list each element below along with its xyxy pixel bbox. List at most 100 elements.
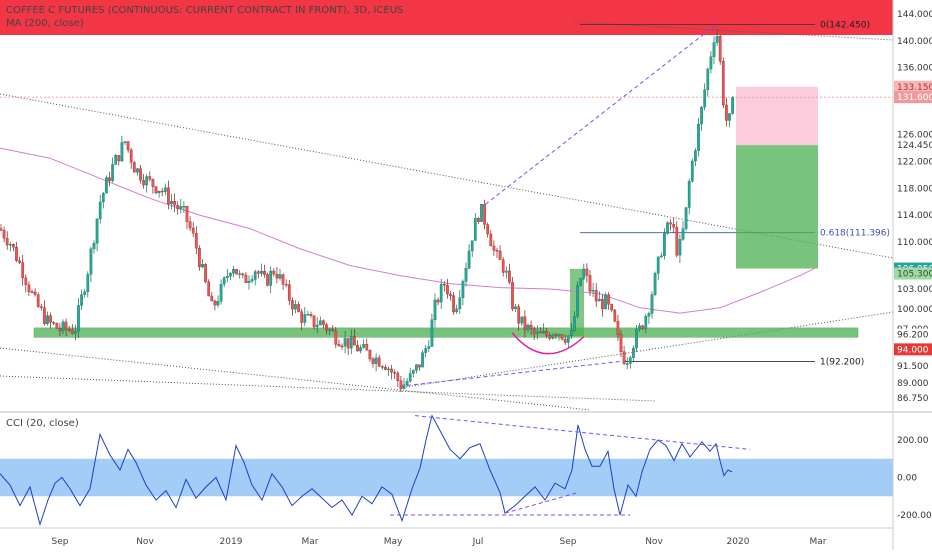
candle-body bbox=[539, 331, 542, 334]
candle-body bbox=[15, 246, 18, 261]
candle-body bbox=[489, 233, 493, 247]
chart-title: COFFEE C FUTURES (CONTINUOUS: CURRENT CO… bbox=[6, 5, 404, 16]
candle-body bbox=[151, 179, 155, 187]
fib-0618-label: 0.618(111.396) bbox=[820, 229, 890, 239]
candle-body bbox=[312, 315, 316, 327]
candle-body bbox=[390, 368, 393, 373]
candle-body bbox=[371, 358, 375, 364]
candle-body bbox=[415, 364, 418, 371]
time-tick-label: May bbox=[384, 537, 403, 547]
candle-body bbox=[145, 176, 149, 186]
candle-body bbox=[380, 366, 384, 368]
candle-body bbox=[492, 245, 496, 251]
time-tick-label: Nov bbox=[645, 537, 663, 547]
candle-body bbox=[399, 380, 403, 389]
candle-body bbox=[98, 201, 102, 220]
candle-body bbox=[182, 206, 186, 208]
candle-body bbox=[142, 180, 145, 186]
candle-body bbox=[731, 97, 734, 114]
candle-body bbox=[659, 255, 663, 258]
cci-tick-label: 0.00 bbox=[897, 474, 917, 484]
candle-body bbox=[250, 279, 254, 282]
candle-body bbox=[210, 295, 214, 302]
candle-body bbox=[644, 316, 648, 329]
candle-body bbox=[148, 176, 152, 180]
fib-0-label: 0(142.450) bbox=[820, 20, 870, 30]
candle-body bbox=[58, 328, 62, 331]
time-tick-label: Mar bbox=[810, 537, 827, 547]
cci-tick-label: 200.00 bbox=[897, 436, 929, 446]
candle-body bbox=[508, 270, 511, 283]
candle-body bbox=[684, 207, 688, 229]
candle-body bbox=[359, 347, 362, 352]
candle-body bbox=[291, 300, 294, 310]
candle-body bbox=[340, 345, 344, 348]
candle-body bbox=[349, 336, 353, 349]
candle-body bbox=[672, 223, 676, 228]
candle-body bbox=[709, 56, 713, 70]
candle-body bbox=[163, 187, 167, 192]
candle-body bbox=[114, 155, 118, 165]
candle-body bbox=[687, 181, 691, 208]
candle-body bbox=[204, 264, 207, 282]
candle-body bbox=[303, 314, 307, 323]
candle-body bbox=[495, 250, 499, 252]
candle-body bbox=[650, 294, 654, 314]
candle-body bbox=[635, 329, 638, 349]
price-tick-label: 100.000 bbox=[897, 305, 932, 315]
candle-body bbox=[52, 322, 56, 324]
time-tick-label: Jul bbox=[472, 537, 484, 547]
candle-body bbox=[5, 238, 9, 246]
candle-body bbox=[532, 328, 536, 334]
candle-body bbox=[622, 351, 626, 364]
candle-body bbox=[0, 228, 3, 231]
candle-body bbox=[136, 168, 139, 173]
time-tick-label: 2020 bbox=[727, 537, 750, 547]
candle-body bbox=[545, 331, 548, 336]
candle-body bbox=[328, 329, 331, 331]
candle-body bbox=[179, 206, 183, 210]
price-tag-label: 124.450 bbox=[897, 141, 932, 151]
candle-body bbox=[12, 244, 15, 248]
candle-body bbox=[461, 281, 465, 298]
candle-body bbox=[198, 248, 201, 268]
candle-body bbox=[498, 250, 502, 260]
candle-body bbox=[377, 357, 381, 367]
price-tag-label: 131.600 bbox=[897, 93, 932, 103]
candle-body bbox=[356, 344, 359, 352]
candle-body bbox=[241, 273, 245, 276]
candle-body bbox=[101, 192, 105, 203]
candle-body bbox=[105, 177, 108, 194]
candle-body bbox=[619, 334, 623, 352]
candle-body bbox=[433, 299, 437, 320]
price-tick-label: 110.000 bbox=[897, 238, 932, 248]
candle-body bbox=[517, 306, 521, 324]
candle-body bbox=[95, 218, 99, 244]
price-tick-label: 114.000 bbox=[897, 211, 932, 221]
time-tick-label: Sep bbox=[52, 537, 69, 547]
candle-body bbox=[229, 272, 232, 277]
candle-body bbox=[235, 269, 238, 275]
price-tag-label: 105.300 bbox=[897, 270, 932, 280]
candle-body bbox=[638, 325, 641, 330]
candle-body bbox=[557, 334, 561, 336]
candle-body bbox=[188, 221, 192, 229]
candle-body bbox=[216, 301, 220, 306]
candle-body bbox=[225, 275, 229, 278]
candle-body bbox=[61, 321, 65, 331]
candle-body bbox=[343, 338, 347, 347]
candle-body bbox=[597, 298, 601, 302]
candle-body bbox=[260, 271, 263, 274]
candle-body bbox=[67, 329, 71, 331]
candle-body bbox=[129, 149, 133, 163]
candle-body bbox=[365, 344, 369, 351]
candle-body bbox=[111, 164, 114, 181]
candle-body bbox=[232, 269, 235, 274]
candle-body bbox=[39, 306, 43, 308]
candle-body bbox=[712, 42, 716, 57]
candle-body bbox=[120, 142, 124, 162]
candle-body bbox=[213, 300, 217, 306]
candle-body bbox=[275, 273, 279, 279]
candle-body bbox=[604, 294, 607, 310]
price-chart[interactable]: 0(142.450) 0.618(111.396) 1(92.200) 144.00… bbox=[0, 0, 932, 550]
